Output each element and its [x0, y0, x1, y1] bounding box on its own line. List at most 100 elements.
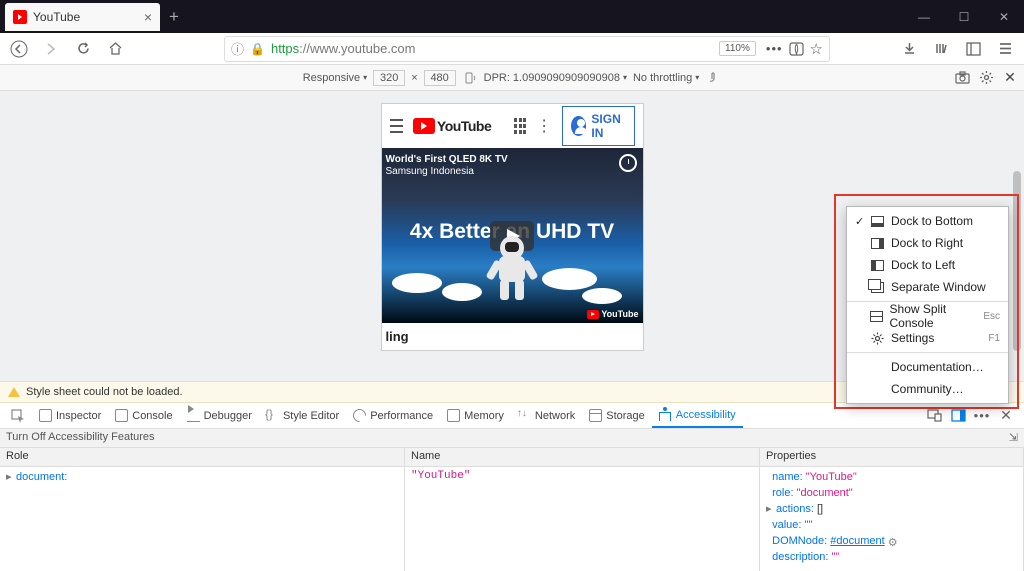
thumb-overlay-line1: World's First QLED 8K TV: [386, 154, 508, 165]
info-icon[interactable]: ⓘ: [231, 39, 244, 58]
throttle-select[interactable]: No throttling▾: [633, 72, 699, 84]
prop-name[interactable]: name: "YouTube": [766, 470, 1017, 486]
downloads-icon[interactable]: [896, 36, 922, 62]
apps-grid-icon[interactable]: [514, 118, 526, 134]
prop-description[interactable]: description: "": [766, 550, 1017, 566]
reload-button[interactable]: [70, 36, 96, 62]
responsive-mode-icon[interactable]: [926, 408, 942, 424]
prop-value[interactable]: value: "": [766, 518, 1017, 534]
youtube-play-icon: [413, 118, 435, 134]
youtube-logo[interactable]: YouTube: [413, 118, 491, 134]
turn-off-link[interactable]: Turn Off Accessibility Features: [6, 431, 155, 443]
sign-in-label: SIGN IN: [591, 112, 625, 140]
documentation-item[interactable]: Documentation…: [847, 356, 1008, 378]
settings-item[interactable]: SettingsF1: [847, 327, 1008, 349]
properties-panel: Properties name: "YouTube" role: "docume…: [760, 448, 1024, 571]
dock-right-item[interactable]: Dock to Right: [847, 232, 1008, 254]
window-close-button[interactable]: ✕: [984, 0, 1024, 33]
pick-element-icon[interactable]: [4, 403, 32, 428]
url-text: https://www.youtube.com: [271, 41, 416, 56]
properties-body: name: "YouTube" role: "document" ▸action…: [760, 467, 1023, 569]
dock-mode-icon[interactable]: [950, 408, 966, 424]
role-panel: Role ▸document:: [0, 448, 405, 571]
separate-window-item[interactable]: Separate Window: [847, 276, 1008, 298]
community-item[interactable]: Community…: [847, 378, 1008, 400]
tab-console[interactable]: Console: [108, 403, 179, 428]
role-tree[interactable]: ▸document:: [0, 467, 404, 487]
app-menu-icon[interactable]: [992, 36, 1018, 62]
hamburger-icon[interactable]: [390, 119, 403, 133]
home-button[interactable]: [102, 36, 128, 62]
devtools-close-icon[interactable]: ✕: [998, 408, 1014, 424]
warning-text: Style sheet could not be loaded.: [26, 386, 183, 398]
tab-performance[interactable]: Performance: [346, 403, 440, 428]
tab-accessibility[interactable]: Accessibility: [652, 403, 743, 428]
browser-navbar: ⓘ 🔒 https://www.youtube.com 110% ••• ☆: [0, 33, 1024, 65]
split-console-item[interactable]: Show Split ConsoleEsc: [847, 305, 1008, 327]
settings-cog-icon[interactable]: [978, 70, 994, 86]
tab-storage[interactable]: Storage: [582, 403, 652, 428]
menu-separator: [847, 352, 1008, 353]
page-actions-icon[interactable]: •••: [766, 41, 783, 56]
kebab-menu-icon[interactable]: ⋮: [536, 116, 552, 136]
lock-icon: 🔒: [250, 42, 265, 56]
dpr-select[interactable]: DPR: 1.0909090909090908▾: [484, 72, 627, 84]
scrollbar[interactable]: [1013, 171, 1021, 351]
tab-debugger[interactable]: Debugger: [180, 403, 259, 428]
touch-icon[interactable]: [705, 70, 721, 86]
dock-context-menu: ✓Dock to Bottom Dock to Right Dock to Le…: [846, 206, 1009, 404]
device-select[interactable]: Responsive▾: [303, 72, 368, 84]
rdm-close-icon[interactable]: ✕: [1002, 70, 1018, 86]
window-controls: — ☐ ✕: [904, 0, 1024, 33]
devtools-menu-icon[interactable]: •••: [974, 408, 990, 424]
screenshot-icon[interactable]: [954, 70, 970, 86]
browser-tab[interactable]: YouTube ×: [5, 3, 160, 31]
inspect-node-icon[interactable]: ⚙: [888, 536, 898, 546]
video-thumbnail[interactable]: World's First QLED 8K TV Samsung Indones…: [382, 148, 643, 323]
url-bar[interactable]: ⓘ 🔒 https://www.youtube.com 110% ••• ☆: [224, 36, 830, 62]
window-titlebar: YouTube × + — ☐ ✕: [0, 0, 1024, 33]
tab-inspector[interactable]: Inspector: [32, 403, 108, 428]
tab-network[interactable]: Network: [511, 403, 582, 428]
tab-close-icon[interactable]: ×: [144, 9, 152, 25]
split-console-icon: [870, 311, 883, 322]
youtube-header: YouTube ⋮ SIGN IN: [382, 104, 643, 148]
astronaut-graphic: [490, 236, 534, 298]
reader-icon[interactable]: [789, 42, 804, 56]
avatar-icon: [571, 116, 586, 136]
viewport-height-input[interactable]: 480: [424, 70, 456, 86]
thumb-overlay-line2: Samsung Indonesia: [386, 166, 474, 177]
rotate-icon[interactable]: [462, 70, 478, 86]
bookmark-star-icon[interactable]: ☆: [810, 40, 823, 58]
thumbnail-watermark: YouTube: [587, 309, 638, 319]
dock-bottom-item[interactable]: ✓Dock to Bottom: [847, 210, 1008, 232]
sidebar-icon[interactable]: [960, 36, 986, 62]
warning-icon: [8, 387, 20, 397]
device-frame: YouTube ⋮ SIGN IN World's First QLED 8K …: [381, 103, 644, 351]
watch-later-icon[interactable]: [619, 154, 637, 172]
minimize-button[interactable]: —: [904, 0, 944, 33]
name-header: Name: [405, 448, 759, 467]
tab-memory[interactable]: Memory: [440, 403, 511, 428]
viewport-width-input[interactable]: 320: [373, 70, 405, 86]
dock-bottom-icon: [871, 216, 884, 227]
new-tab-button[interactable]: +: [160, 3, 188, 31]
name-panel: Name "YouTube": [405, 448, 760, 571]
youtube-favicon-icon: [13, 10, 27, 24]
name-value[interactable]: "YouTube": [405, 467, 759, 485]
video-title-fragment: ling: [382, 323, 643, 350]
zoom-badge[interactable]: 110%: [719, 41, 756, 56]
prop-actions[interactable]: ▸actions: []: [766, 502, 1017, 518]
dock-left-item[interactable]: Dock to Left: [847, 254, 1008, 276]
accessibility-toolbar: Turn Off Accessibility Features ⇲: [0, 429, 1024, 448]
prop-role[interactable]: role: "document": [766, 486, 1017, 502]
tab-title: YouTube: [33, 10, 80, 24]
forward-button[interactable]: [38, 36, 64, 62]
sign-in-button[interactable]: SIGN IN: [562, 106, 634, 146]
maximize-button[interactable]: ☐: [944, 0, 984, 33]
library-icon[interactable]: [928, 36, 954, 62]
expand-all-icon[interactable]: ⇲: [1009, 431, 1018, 444]
tab-style-editor[interactable]: Style Editor: [259, 403, 346, 428]
back-button[interactable]: [6, 36, 32, 62]
gear-icon: [871, 332, 884, 345]
